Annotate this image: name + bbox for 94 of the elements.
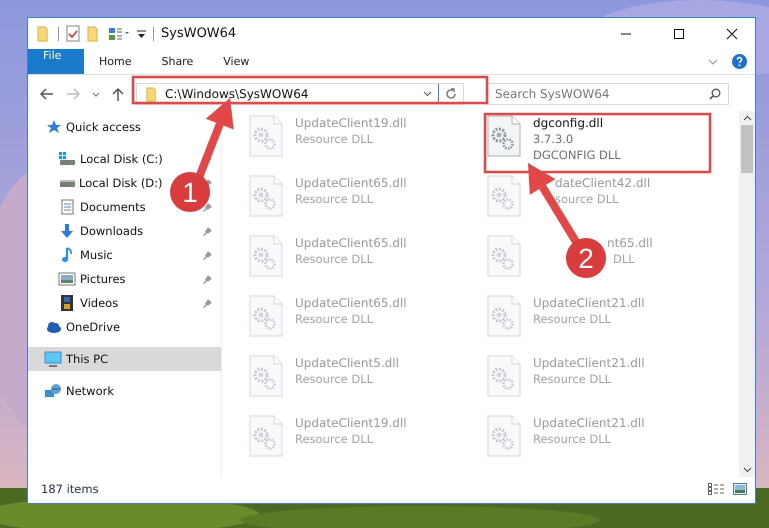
gear-file-icon[interactable] bbox=[249, 235, 283, 277]
download-icon bbox=[58, 223, 76, 239]
pin-icon[interactable] bbox=[203, 298, 213, 308]
minimize-icon bbox=[620, 32, 632, 34]
file-name: UpdateClient65.dll bbox=[295, 235, 407, 251]
gear-file-icon[interactable] bbox=[249, 115, 283, 157]
search-icon bbox=[709, 88, 721, 100]
picture-icon bbox=[58, 271, 76, 287]
cloud-icon bbox=[44, 319, 62, 335]
help-icon[interactable] bbox=[732, 54, 747, 69]
gear-file-icon[interactable] bbox=[249, 175, 283, 217]
back-icon[interactable] bbox=[40, 88, 54, 100]
properties-icon[interactable] bbox=[108, 26, 130, 40]
checklist-icon[interactable] bbox=[66, 25, 80, 42]
gear-file-icon[interactable] bbox=[487, 235, 521, 277]
ribbon-tab[interactable]: View bbox=[208, 49, 264, 74]
gear-file-icon[interactable] bbox=[249, 295, 283, 337]
file-type: Resource DLL bbox=[295, 251, 374, 267]
file-name: UpdateClient21.dll bbox=[533, 295, 645, 311]
pin-icon[interactable] bbox=[203, 226, 213, 236]
scroll-thumb[interactable] bbox=[741, 125, 753, 173]
drive-icon bbox=[58, 151, 76, 167]
file-name: dateClient42.dll bbox=[555, 175, 650, 191]
item-count: 187 items bbox=[41, 482, 99, 496]
dropdown-icon[interactable] bbox=[423, 91, 432, 97]
nav-item[interactable]: Local Disk (D:) bbox=[42, 171, 169, 195]
up-icon[interactable] bbox=[112, 87, 124, 101]
nav-item[interactable]: Documents bbox=[42, 195, 152, 219]
file-type: Resource DLL bbox=[533, 371, 612, 387]
gear-file-icon[interactable] bbox=[487, 115, 521, 157]
nav-item[interactable]: Local Disk (C:) bbox=[42, 147, 169, 171]
step-badge: 2 bbox=[566, 238, 606, 278]
file-type: Resource DLL bbox=[295, 431, 374, 447]
nav-item[interactable]: This PC bbox=[28, 347, 221, 371]
gear-file-icon[interactable] bbox=[487, 355, 521, 397]
gear-file-icon[interactable] bbox=[249, 415, 283, 457]
file-name: UpdateClient19.dll bbox=[295, 115, 407, 131]
file-name: UpdateClient19.dll bbox=[295, 415, 407, 431]
customize-icon[interactable] bbox=[137, 30, 146, 38]
film-icon bbox=[58, 295, 76, 311]
nav-item[interactable]: Music bbox=[42, 243, 119, 267]
gear-file-icon[interactable] bbox=[249, 355, 283, 397]
file-type: DLL bbox=[613, 251, 635, 267]
gear-file-icon[interactable] bbox=[487, 415, 521, 457]
nav-item[interactable]: Pictures bbox=[42, 267, 132, 291]
scrollbar[interactable] bbox=[739, 111, 755, 477]
ribbon-tab[interactable]: Home bbox=[84, 49, 146, 74]
file-type: Resource DLL bbox=[295, 371, 374, 387]
file-type: Resource DLL bbox=[295, 131, 374, 147]
file-type: Resource DLL bbox=[533, 311, 612, 327]
details-view-icon[interactable] bbox=[708, 483, 724, 495]
scroll-down-icon[interactable] bbox=[742, 467, 752, 473]
pin-icon[interactable] bbox=[203, 202, 213, 212]
nav-item[interactable]: OneDrive bbox=[28, 315, 126, 339]
address-path: C:\Windows\SysWOW64 bbox=[165, 87, 310, 101]
gear-file-icon[interactable] bbox=[487, 175, 521, 217]
pin-icon[interactable] bbox=[203, 274, 213, 284]
expand-ribbon-icon[interactable] bbox=[708, 58, 718, 64]
gear-file-icon[interactable] bbox=[487, 295, 521, 337]
file-type: Resource DLL bbox=[295, 191, 374, 207]
file-name: UpdateClient65.dll bbox=[295, 175, 407, 191]
window-title: SysWOW64 bbox=[161, 26, 236, 41]
file-type: Resource DLL bbox=[295, 311, 374, 327]
file-version: 3.7.3.0 bbox=[533, 131, 574, 147]
nav-item[interactable]: Quick access bbox=[28, 115, 147, 139]
address-bar[interactable]: C:\Windows\SysWOW64 bbox=[136, 83, 464, 105]
network-icon bbox=[44, 383, 62, 399]
file-name: UpdateClient65.dll bbox=[295, 295, 407, 311]
file-name: UpdateClient21.dll bbox=[533, 355, 645, 371]
file-type: DGCONFIG DLL bbox=[533, 147, 621, 163]
file-name: UpdateClient21.dll bbox=[533, 415, 645, 431]
step-badge: 1 bbox=[170, 172, 210, 212]
folder-icon bbox=[146, 86, 159, 102]
ribbon-tab[interactable]: File bbox=[28, 49, 84, 74]
computer-icon bbox=[44, 351, 62, 367]
pin-icon[interactable] bbox=[203, 250, 213, 260]
refresh-icon[interactable] bbox=[445, 88, 457, 100]
scroll-up-icon[interactable] bbox=[742, 115, 752, 121]
maximize-icon bbox=[673, 28, 685, 40]
nav-item[interactable]: Videos bbox=[42, 291, 124, 315]
file-type: Resource DLL bbox=[533, 431, 612, 447]
close-icon bbox=[726, 28, 738, 40]
file-type: source DLL bbox=[555, 191, 619, 207]
file-name: UpdateClient5.dll bbox=[295, 355, 399, 371]
file-name: nt65.dll bbox=[607, 235, 653, 251]
ribbon-tab[interactable]: Share bbox=[146, 49, 208, 74]
recent-dropdown-icon[interactable] bbox=[92, 92, 100, 96]
thumbnail-view-icon[interactable] bbox=[733, 483, 747, 495]
nav-item[interactable]: Network bbox=[28, 379, 120, 403]
forward-icon[interactable] bbox=[66, 88, 80, 100]
search-field[interactable]: Search SysWOW64 bbox=[486, 83, 729, 105]
nav-item[interactable]: Downloads bbox=[42, 219, 150, 243]
drive-icon bbox=[60, 180, 75, 186]
file-name: dgconfig.dll bbox=[533, 115, 604, 131]
